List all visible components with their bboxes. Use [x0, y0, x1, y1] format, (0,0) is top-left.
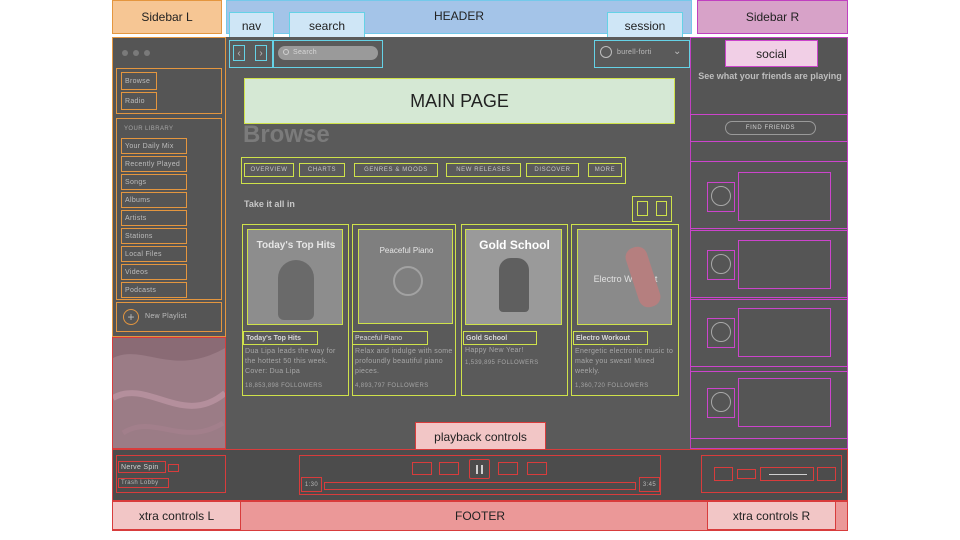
- chevron-down-icon[interactable]: ⌄: [673, 46, 681, 57]
- cover-title: Gold School: [479, 238, 550, 252]
- previous-icon[interactable]: [439, 462, 459, 475]
- track-title[interactable]: Nerve Spin: [118, 461, 166, 473]
- forward-arrow-icon[interactable]: ›: [255, 45, 267, 61]
- friend-activity: [738, 172, 831, 221]
- sidebar-item-radio[interactable]: Radio: [121, 92, 157, 110]
- search-label: search: [289, 12, 365, 40]
- playlist-followers: 1,360,720 FOLLOWERS: [575, 383, 649, 389]
- cover-person-silhouette: [278, 260, 314, 320]
- nav-label: nav: [229, 12, 274, 40]
- artist-name[interactable]: Trash Lobby: [118, 478, 169, 488]
- xtra-controls-left-label: xtra controls L: [112, 501, 241, 530]
- cover-speaker-icon: [393, 266, 423, 296]
- playlist-title[interactable]: Electro Workout: [573, 331, 648, 345]
- fullscreen-icon[interactable]: [817, 467, 836, 481]
- find-friends-button[interactable]: FIND FRIENDS: [725, 121, 816, 135]
- library-item-videos[interactable]: Videos: [121, 264, 187, 280]
- library-item-recently-played[interactable]: Recently Played: [121, 156, 187, 172]
- tab-new-releases[interactable]: NEW RELEASES: [446, 163, 521, 177]
- carousel-prev-icon[interactable]: [637, 201, 648, 216]
- playlist-followers: 4,893,797 FOLLOWERS: [355, 383, 429, 389]
- search-icon: [283, 49, 289, 55]
- sidebar-item-browse[interactable]: Browse: [121, 72, 157, 90]
- shuffle-icon[interactable]: [412, 462, 432, 475]
- social-label: social: [725, 40, 818, 67]
- user-outline-icon: [711, 392, 731, 412]
- playlist-description: Happy New Year!: [465, 347, 524, 354]
- playlist-title[interactable]: Today's Top Hits: [243, 331, 318, 345]
- total-time: 3:45: [639, 477, 660, 492]
- session-username[interactable]: burell-forti: [617, 49, 652, 56]
- playlist-cover: Gold School: [465, 229, 562, 325]
- carousel-next-icon[interactable]: [656, 201, 667, 216]
- user-outline-icon: [711, 186, 731, 206]
- playlist-title[interactable]: Peaceful Piano: [352, 331, 428, 345]
- pause-icon[interactable]: [469, 459, 490, 479]
- session-label: session: [607, 12, 683, 40]
- cover-title: Today's Top Hits: [256, 240, 336, 251]
- cover-person-silhouette: [499, 258, 529, 312]
- library-item-podcasts[interactable]: Podcasts: [121, 282, 187, 298]
- devices-icon[interactable]: [737, 469, 756, 479]
- maximize-window-icon[interactable]: [144, 50, 150, 56]
- playlist-cover: Today's Top Hits: [247, 229, 343, 325]
- playback-controls-label: playback controls: [415, 422, 546, 451]
- tab-genres-moods[interactable]: GENRES & MOODS: [354, 163, 438, 177]
- friends-heading: See what your friends are playing: [698, 71, 842, 81]
- page-title: Browse: [243, 121, 330, 148]
- xtra-controls-right-label: xtra controls R: [707, 501, 836, 530]
- library-item-artists[interactable]: Artists: [121, 210, 187, 226]
- library-item-albums[interactable]: Albums: [121, 192, 187, 208]
- volume-slider[interactable]: [760, 467, 814, 481]
- queue-icon[interactable]: [714, 467, 733, 481]
- friend-activity: [738, 308, 831, 357]
- tab-more[interactable]: MORE: [588, 163, 622, 177]
- playlist-followers: 1,539,895 FOLLOWERS: [465, 360, 539, 366]
- playlist-description: Energetic electronic music to make you s…: [575, 348, 674, 375]
- playlist-description: Dua Lipa leads the way for the hottest 5…: [245, 348, 336, 375]
- section-title: Take it all in: [244, 199, 295, 209]
- user-avatar-icon[interactable]: [600, 46, 612, 58]
- playlist-title[interactable]: Gold School: [463, 331, 537, 345]
- tab-discover[interactable]: DISCOVER: [526, 163, 579, 177]
- library-item-local-files[interactable]: Local Files: [121, 246, 187, 262]
- playlist-cover: Peaceful Piano: [358, 229, 453, 324]
- like-icon[interactable]: [168, 464, 179, 472]
- friend-activity: [738, 240, 831, 289]
- main-page-label: MAIN PAGE: [244, 78, 675, 124]
- playlist-followers: 18,853,898 FOLLOWERS: [245, 383, 323, 389]
- back-arrow-icon[interactable]: ‹: [233, 45, 245, 61]
- library-item-songs[interactable]: Songs: [121, 174, 187, 190]
- playlist-cover: Electro Workout: [577, 229, 672, 325]
- library-item-daily-mix[interactable]: Your Daily Mix: [121, 138, 187, 154]
- elapsed-time: 1:30: [301, 477, 322, 492]
- library-heading: YOUR LIBRARY: [124, 126, 174, 132]
- user-outline-icon: [711, 254, 731, 274]
- sidebar-r-label: Sidebar R: [697, 0, 848, 34]
- library-item-stations[interactable]: Stations: [121, 228, 187, 244]
- new-playlist-label: New Playlist: [145, 313, 187, 320]
- close-window-icon[interactable]: [122, 50, 128, 56]
- tab-charts[interactable]: CHARTS: [299, 163, 345, 177]
- playlist-description: Relax and indulge with some profoundly b…: [355, 348, 453, 375]
- cover-title: Electro Workout: [593, 274, 658, 284]
- friend-activity: [738, 378, 831, 427]
- album-art-thumbnail: [112, 337, 226, 449]
- search-placeholder: Search: [293, 49, 317, 56]
- sidebar-l-label: Sidebar L: [112, 0, 222, 34]
- add-playlist-icon[interactable]: +: [123, 309, 139, 325]
- cover-title: Peaceful Piano: [379, 246, 434, 255]
- repeat-icon[interactable]: [527, 462, 547, 475]
- progress-bar[interactable]: [324, 482, 636, 490]
- minimize-window-icon[interactable]: [133, 50, 139, 56]
- tab-overview[interactable]: OVERVIEW: [244, 163, 294, 177]
- user-outline-icon: [711, 322, 731, 342]
- next-icon[interactable]: [498, 462, 518, 475]
